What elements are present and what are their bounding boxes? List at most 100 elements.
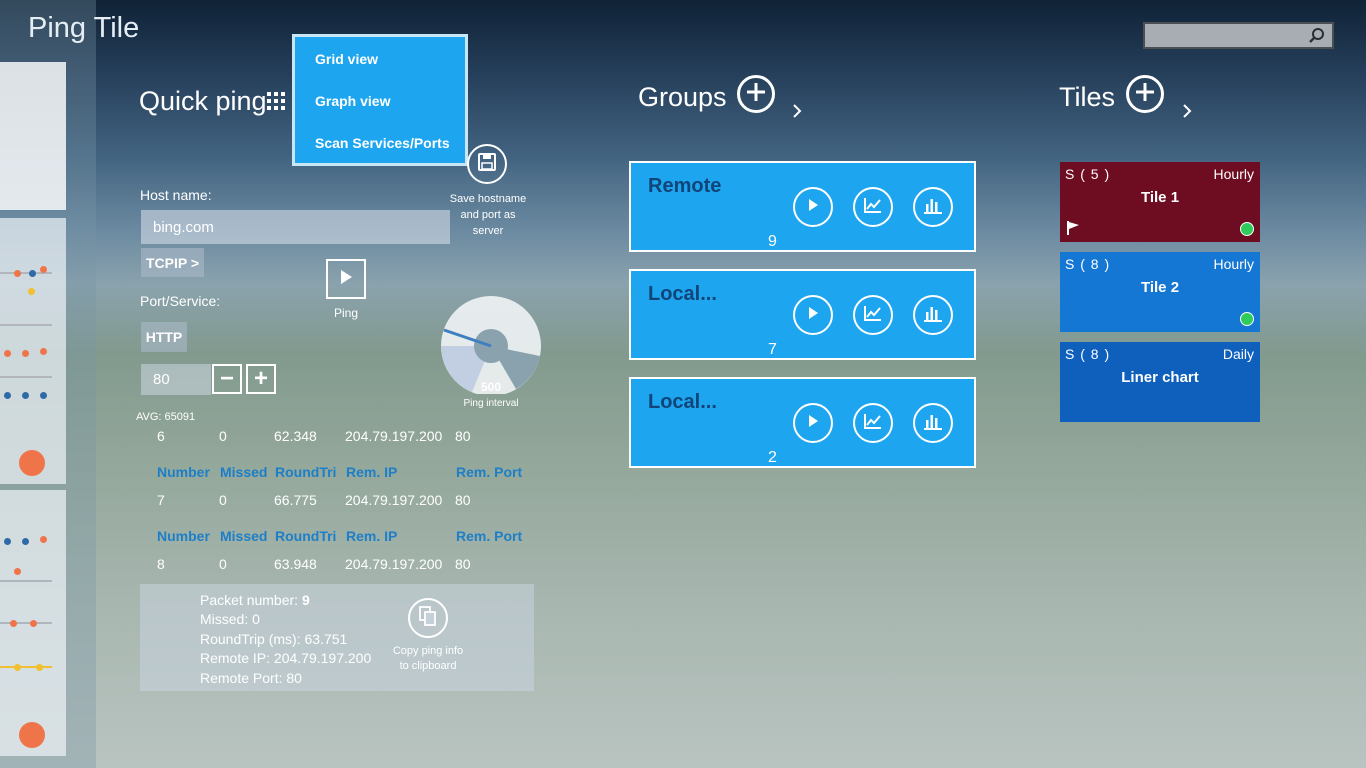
host-name-input[interactable]: bing.com <box>141 210 450 244</box>
group-play-button[interactable] <box>793 403 833 443</box>
line-chart-icon <box>863 304 883 327</box>
group-bar-chart-button[interactable] <box>913 187 953 227</box>
port-input[interactable]: 80 <box>141 364 211 395</box>
quick-ping-title: Quick ping <box>139 86 267 116</box>
tile-card[interactable]: S ( 8 ) Hourly Tile 2 <box>1060 252 1260 332</box>
table-header: Number <box>157 464 210 480</box>
search-box[interactable] <box>1143 22 1334 49</box>
service-button[interactable]: HTTP <box>141 322 187 352</box>
add-group-button[interactable] <box>737 75 775 113</box>
plus-icon <box>1135 82 1155 107</box>
group-play-button[interactable] <box>793 295 833 335</box>
copy-button[interactable] <box>408 598 448 638</box>
bar-chart-icon <box>923 412 943 435</box>
table-cell: 80 <box>455 556 471 572</box>
search-icon[interactable] <box>1308 27 1326 45</box>
table-cell: 204.79.197.200 <box>345 492 443 508</box>
group-count: 9 <box>768 233 777 250</box>
group-name: Remote <box>648 175 722 197</box>
protocol-button[interactable]: TCPIP > <box>141 248 204 277</box>
line-chart-icon <box>863 412 883 435</box>
bar-chart-icon <box>923 304 943 327</box>
plus-icon <box>746 82 766 107</box>
groups-title: Groups <box>638 82 727 112</box>
view-menu: Grid view Graph view Scan Services/Ports <box>292 34 468 166</box>
tile-frequency: Daily <box>1222 346 1254 362</box>
status-circle <box>19 722 45 748</box>
status-indicator-dot <box>1240 312 1254 326</box>
save-label-line: server <box>472 225 504 237</box>
save-button[interactable] <box>467 144 507 184</box>
table-cell: 66.775 <box>274 492 317 508</box>
line-chart-icon <box>863 196 883 219</box>
table-cell: 0 <box>219 556 227 572</box>
gauge-label: Ping interval <box>463 398 519 409</box>
table-cell: 204.79.197.200 <box>345 556 443 572</box>
table-header: Number <box>157 528 210 544</box>
packet-info-panel: Packet number: 9 Missed: 0 RoundTrip (ms… <box>140 584 534 691</box>
ping-button[interactable] <box>326 259 366 299</box>
table-cell: 7 <box>157 492 165 508</box>
preview-panel[interactable] <box>0 62 66 210</box>
tiles-chevron-right-icon[interactable] <box>1182 103 1192 124</box>
table-header: RoundTrip <box>275 464 337 480</box>
port-increment-button[interactable]: + <box>246 364 276 394</box>
preview-chart-panel-2[interactable] <box>0 490 66 756</box>
groups-chevron-right-icon[interactable] <box>792 103 802 124</box>
table-cell: 0 <box>219 492 227 508</box>
save-icon <box>478 152 496 176</box>
group-play-button[interactable] <box>793 187 833 227</box>
copy-label-line: Copy ping info <box>392 645 464 657</box>
tiles-title: Tiles <box>1059 82 1116 112</box>
packet-number-value: 9 <box>301 592 310 608</box>
group-name: Local... <box>648 391 717 413</box>
play-icon <box>808 198 818 216</box>
group-graph-button[interactable] <box>853 187 893 227</box>
group-graph-button[interactable] <box>853 403 893 443</box>
menu-item-graph-view[interactable]: Graph view <box>315 93 390 109</box>
table-cell: 63.948 <box>274 556 317 572</box>
add-tile-button[interactable] <box>1126 75 1164 113</box>
remote-port-line: Remote Port: 80 <box>200 670 302 686</box>
group-bar-chart-button[interactable] <box>913 403 953 443</box>
tile-frequency: Hourly <box>1213 166 1254 182</box>
grid-icon[interactable] <box>267 92 285 115</box>
packet-number-label: Packet number: <box>200 592 299 608</box>
group-card[interactable]: Local... 2 <box>629 377 976 468</box>
search-input[interactable] <box>1149 26 1313 47</box>
menu-item-scan-services[interactable]: Scan Services/Ports <box>315 135 450 151</box>
group-graph-button[interactable] <box>853 295 893 335</box>
app-title: Ping Tile <box>28 12 140 44</box>
copy-icon <box>419 605 437 631</box>
tile-frequency: Hourly <box>1213 256 1254 272</box>
bar-chart-icon <box>923 196 943 219</box>
group-name: Local... <box>648 283 717 305</box>
table-header: RoundTrip <box>275 528 337 544</box>
tile-card[interactable]: S ( 8 ) Daily Liner chart <box>1060 342 1260 422</box>
tile-name: Tile 1 <box>1140 189 1180 206</box>
port-decrement-button[interactable]: − <box>212 364 242 394</box>
group-card[interactable]: Remote 9 <box>629 161 976 252</box>
copy-label: Copy ping info to clipboard <box>378 644 478 674</box>
group-card[interactable]: Local... 7 <box>629 269 976 360</box>
flag-icon <box>1067 221 1079 240</box>
port-service-label: Port/Service: <box>140 293 221 309</box>
copy-label-line: to clipboard <box>399 660 457 672</box>
table-cell: 80 <box>455 428 471 444</box>
table-cell: 6 <box>157 428 165 444</box>
group-bar-chart-button[interactable] <box>913 295 953 335</box>
table-cell: 8 <box>157 556 165 572</box>
table-header: Missed <box>220 464 268 480</box>
tile-name: Liner chart <box>1121 369 1199 386</box>
ping-interval-gauge[interactable] <box>430 294 550 396</box>
group-count: 2 <box>768 449 777 466</box>
save-label-line: Save hostname <box>449 193 527 205</box>
tile-card[interactable]: S ( 5 ) Hourly Tile 1 <box>1060 162 1260 242</box>
play-icon <box>808 306 818 324</box>
play-icon <box>340 269 352 289</box>
preview-chart-panel[interactable] <box>0 218 66 484</box>
menu-item-grid-view[interactable]: Grid view <box>315 51 378 67</box>
gauge-value: 500 <box>480 380 502 394</box>
table-cell: 0 <box>219 428 227 444</box>
status-circle <box>19 450 45 476</box>
